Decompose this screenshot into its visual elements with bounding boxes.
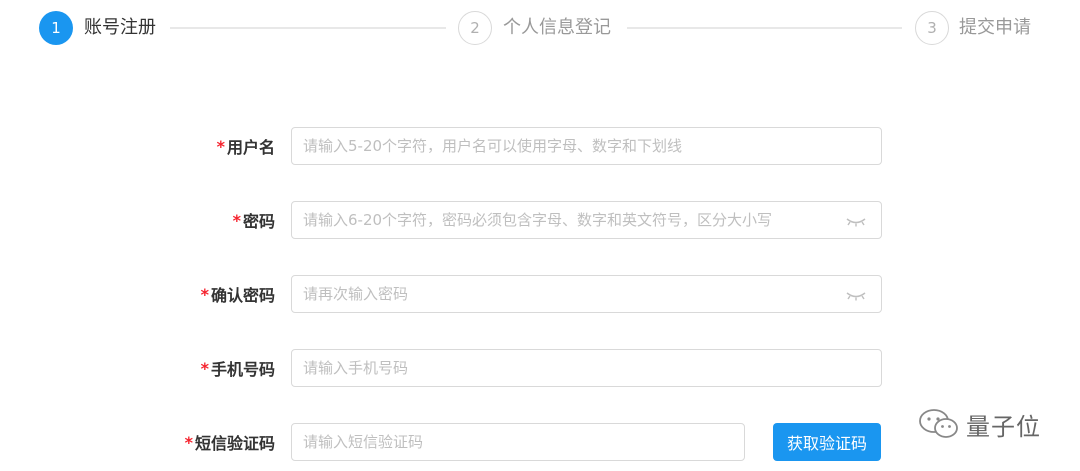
required-mark: * bbox=[184, 432, 193, 452]
required-mark: * bbox=[200, 358, 209, 378]
step-3-circle: 3 bbox=[915, 11, 949, 45]
required-mark: * bbox=[200, 284, 209, 304]
required-mark: * bbox=[232, 210, 241, 230]
confirm-password-input[interactable] bbox=[292, 276, 881, 312]
step-connector-1 bbox=[170, 27, 446, 29]
step-connector-2 bbox=[627, 27, 902, 29]
phone-field-box bbox=[291, 349, 882, 387]
sms-code-label: * 短信验证码 bbox=[185, 423, 275, 461]
eye-closed-icon[interactable] bbox=[845, 287, 867, 303]
step-3-label: 提交申请 bbox=[959, 17, 1031, 38]
sms-code-field-box bbox=[291, 423, 745, 461]
confirm-password-label: * 确认密码 bbox=[201, 275, 275, 313]
step-3-number: 3 bbox=[927, 19, 937, 37]
password-label: * 密码 bbox=[233, 201, 275, 239]
password-field-box bbox=[291, 201, 882, 239]
step-2-circle: 2 bbox=[458, 11, 492, 45]
password-input[interactable] bbox=[292, 202, 881, 238]
username-label: * 用户名 bbox=[217, 127, 275, 165]
step-2-label: 个人信息登记 bbox=[503, 17, 611, 38]
step-1-circle: 1 bbox=[39, 11, 73, 45]
sms-code-label-text: 短信验证码 bbox=[194, 434, 275, 453]
password-row: * 密码 bbox=[0, 201, 1080, 239]
eye-closed-icon[interactable] bbox=[845, 213, 867, 229]
sms-code-input[interactable] bbox=[292, 424, 744, 460]
phone-row: * 手机号码 bbox=[0, 349, 1080, 387]
step-2-number: 2 bbox=[470, 19, 480, 37]
confirm-password-field-box bbox=[291, 275, 882, 313]
required-mark: * bbox=[216, 136, 225, 156]
confirm-password-label-text: 确认密码 bbox=[210, 286, 275, 305]
step-1-number: 1 bbox=[51, 19, 61, 37]
watermark: 量子位 bbox=[918, 406, 1041, 442]
phone-label: * 手机号码 bbox=[201, 349, 275, 387]
phone-input[interactable] bbox=[292, 350, 881, 386]
password-label-text: 密码 bbox=[242, 212, 275, 231]
username-input[interactable] bbox=[292, 128, 881, 164]
username-field-box bbox=[291, 127, 882, 165]
watermark-text: 量子位 bbox=[966, 412, 1041, 441]
registration-steps: 1 账号注册 2 个人信息登记 3 提交申请 bbox=[0, 0, 1080, 60]
step-1-label: 账号注册 bbox=[84, 17, 156, 38]
username-row: * 用户名 bbox=[0, 127, 1080, 165]
username-label-text: 用户名 bbox=[226, 138, 275, 157]
get-code-button[interactable]: 获取验证码 bbox=[773, 423, 881, 461]
phone-label-text: 手机号码 bbox=[210, 360, 275, 379]
confirm-password-row: * 确认密码 bbox=[0, 275, 1080, 313]
wechat-icon bbox=[919, 409, 958, 438]
